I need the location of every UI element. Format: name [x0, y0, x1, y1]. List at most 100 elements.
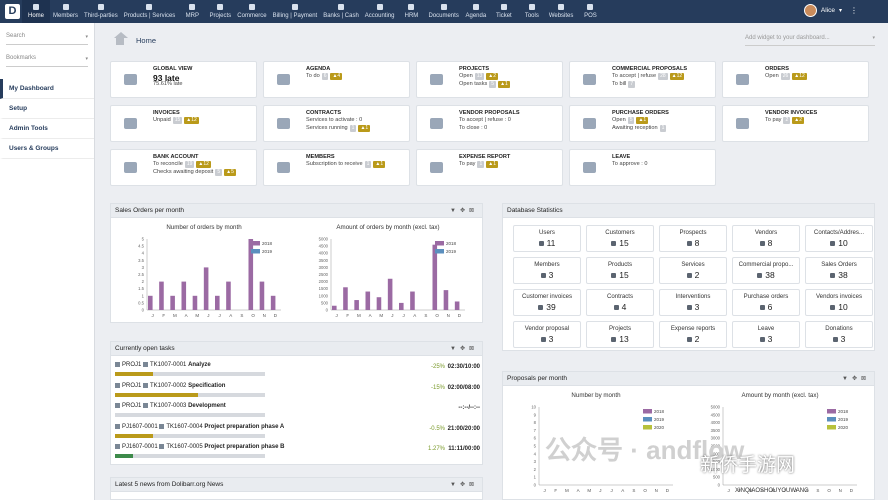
task-ref[interactable]: TK1607-0004: [166, 424, 202, 430]
chevron-down-icon[interactable]: ▾: [839, 7, 842, 14]
avatar[interactable]: [803, 4, 817, 17]
box-line[interactable]: 75.61% late: [153, 81, 183, 87]
stat-expense-reports[interactable]: Expense reports 2: [659, 321, 727, 348]
task-project-ref[interactable]: PROJ1: [122, 362, 141, 368]
panel-tools[interactable]: ▼✥⊠: [450, 342, 478, 356]
box-bank-account[interactable]: Bank account To reconcile 19 ▲12 Checks awai…: [110, 149, 257, 186]
task-project-ref[interactable]: PROJ1: [122, 403, 141, 409]
stat-contacts-addres-[interactable]: Contacts/Addres... 10: [805, 225, 873, 252]
user-menu[interactable]: Alice ▾ ⋮: [803, 4, 858, 17]
box-vendor-invoices[interactable]: Vendor invoices To pay 2 ▲2: [722, 105, 869, 142]
box-line[interactable]: Services to activate : 0: [306, 117, 362, 123]
menu-item-projects[interactable]: Projects: [206, 0, 234, 23]
task-row[interactable]: PROJ1 TK1007-0001 Analyze -25% 02:30/10:00: [115, 362, 483, 380]
box-invoices[interactable]: Invoices Unpaid 15 ▲12: [110, 105, 257, 142]
stat-contracts[interactable]: Contracts 4: [586, 289, 654, 316]
box-line[interactable]: Services running 1 ▲1: [306, 125, 371, 132]
sidebar-item-users-groups[interactable]: Users & Groups: [0, 139, 94, 159]
sidebar-item-my-dashboard[interactable]: My Dashboard: [0, 79, 94, 99]
box-line[interactable]: Awaiting reception 1: [612, 125, 667, 132]
box-leave[interactable]: Leave To approve : 0: [569, 149, 716, 186]
stat-vendor-proposal[interactable]: Vendor proposal 3: [513, 321, 581, 348]
task-row[interactable]: PJ1607-0001 TK1607-0005 Project preparat…: [115, 444, 483, 462]
box-line[interactable]: Checks awaiting deposit 5 ▲5: [153, 169, 236, 176]
box-orders[interactable]: Orders Open 26 ▲12: [722, 61, 869, 98]
box-members[interactable]: Members Subscription to receive 1 ▲1: [263, 149, 410, 186]
menu-item-members[interactable]: Members: [50, 0, 81, 23]
box-line[interactable]: To approve : 0: [612, 161, 647, 167]
box-line[interactable]: To bill 7: [612, 81, 636, 88]
stat-customers[interactable]: Customers 15: [586, 225, 654, 252]
menu-item-hrm[interactable]: HRM: [397, 0, 425, 23]
stat-products[interactable]: Products 15: [586, 257, 654, 284]
menu-item-websites[interactable]: Websites: [546, 0, 577, 23]
more-menu-icon[interactable]: ⋮: [850, 6, 858, 15]
box-line[interactable]: To pay 1 ▲1: [459, 161, 498, 168]
sidebar-item-setup[interactable]: Setup: [0, 99, 94, 119]
menu-item-pos[interactable]: POS: [576, 0, 604, 23]
chevron-down-icon[interactable]: ▾: [872, 35, 875, 41]
box-line[interactable]: Open 26 ▲12: [765, 73, 807, 80]
box-purchase-orders[interactable]: Purchase orders Open 5 ▲1 Awaiting reception…: [569, 105, 716, 142]
menu-item-banks-cash[interactable]: Banks | Cash: [320, 0, 362, 23]
stat-donations[interactable]: Donations 3: [805, 321, 873, 348]
stat-vendors[interactable]: Vendors 8: [732, 225, 800, 252]
box-line[interactable]: Unpaid 15 ▲12: [153, 117, 199, 124]
box-expense-report[interactable]: Expense report To pay 1 ▲1: [416, 149, 563, 186]
box-line[interactable]: To accept | refuse 28 ▲12: [612, 73, 685, 80]
stat-purchase-orders[interactable]: Purchase orders 6: [732, 289, 800, 316]
menu-item-billing-payment[interactable]: Billing | Payment: [270, 0, 321, 23]
box-line[interactable]: Subscription to receive 1 ▲1: [306, 161, 386, 168]
box-line[interactable]: Open 13 ▲2: [459, 73, 498, 80]
menu-item-commerce[interactable]: Commerce: [234, 0, 269, 23]
task-ref[interactable]: TK1607-0005: [166, 444, 202, 450]
menu-item-third-parties[interactable]: Third-parties: [81, 0, 121, 23]
box-agenda[interactable]: Agenda To do 6 ▲4: [263, 61, 410, 98]
app-logo[interactable]: D: [5, 4, 20, 19]
search-input[interactable]: Search ▾: [6, 33, 88, 45]
box-global-view[interactable]: Global view 93 late 75.61% late: [110, 61, 257, 98]
task-project-ref[interactable]: PROJ1: [122, 383, 141, 389]
task-project-ref[interactable]: PJ1607-0001: [122, 424, 158, 430]
box-projects[interactable]: Projects Open 13 ▲2 Open tasks 5 ▲1: [416, 61, 563, 98]
stat-vendors-invoices[interactable]: Vendors invoices 10: [805, 289, 873, 316]
task-ref[interactable]: TK1007-0001: [150, 362, 186, 368]
box-line[interactable]: Open 5 ▲1: [612, 117, 649, 124]
box-commercial-proposals[interactable]: Commercial proposals To accept | refuse 28…: [569, 61, 716, 98]
stat-users[interactable]: Users 11: [513, 225, 581, 252]
menu-item-ticket[interactable]: Ticket: [490, 0, 518, 23]
menu-item-home[interactable]: Home: [22, 0, 50, 23]
box-line[interactable]: To accept | refuse : 0: [459, 117, 511, 123]
stat-services[interactable]: Services 2: [659, 257, 727, 284]
menu-item-mrp[interactable]: MRP: [178, 0, 206, 23]
stat-members[interactable]: Members 3: [513, 257, 581, 284]
chevron-down-icon[interactable]: ▾: [85, 34, 88, 40]
panel-tools[interactable]: ▼✥⊠: [450, 478, 478, 492]
stat-sales-orders[interactable]: Sales Orders 38: [805, 257, 873, 284]
task-row[interactable]: PROJ1 TK1007-0003 Development --:--/--:--: [115, 403, 483, 421]
box-line[interactable]: To close : 0: [459, 125, 487, 131]
box-line[interactable]: To do 6 ▲4: [306, 73, 343, 80]
add-widget-select[interactable]: Add widget to your dashboard... ▾: [745, 35, 875, 46]
task-project-ref[interactable]: PJ1607-0001: [122, 444, 158, 450]
stat-prospects[interactable]: Prospects 8: [659, 225, 727, 252]
stat-leave[interactable]: Leave 3: [732, 321, 800, 348]
task-ref[interactable]: TK1007-0003: [150, 403, 186, 409]
stat-customer-invoices[interactable]: Customer invoices 39: [513, 289, 581, 316]
task-ref[interactable]: TK1007-0002: [150, 383, 186, 389]
task-row[interactable]: PJ1607-0001 TK1607-0004 Project preparat…: [115, 423, 483, 442]
box-line[interactable]: To pay 2 ▲2: [765, 117, 804, 124]
menu-item-accounting[interactable]: Accounting: [362, 0, 398, 23]
menu-item-products-services[interactable]: Products | Services: [121, 0, 179, 23]
box-line[interactable]: Open tasks 5 ▲1: [459, 81, 510, 88]
box-vendor-proposals[interactable]: Vendor proposals To accept | refuse : 0 To…: [416, 105, 563, 142]
stat-interventions[interactable]: Interventions 3: [659, 289, 727, 316]
stat-commercial-propo-[interactable]: Commercial propo... 38: [732, 257, 800, 284]
task-row[interactable]: PROJ1 TK1007-0002 Specification -15% 02:00…: [115, 382, 483, 401]
sidebar-item-admin-tools[interactable]: Admin Tools: [0, 119, 94, 139]
menu-item-tools[interactable]: Tools: [518, 0, 546, 23]
stat-projects[interactable]: Projects 13: [586, 321, 654, 348]
user-name[interactable]: Alice: [821, 7, 835, 14]
panel-tools[interactable]: ▼✥⊠: [450, 204, 478, 218]
chevron-down-icon[interactable]: ▾: [85, 56, 88, 62]
